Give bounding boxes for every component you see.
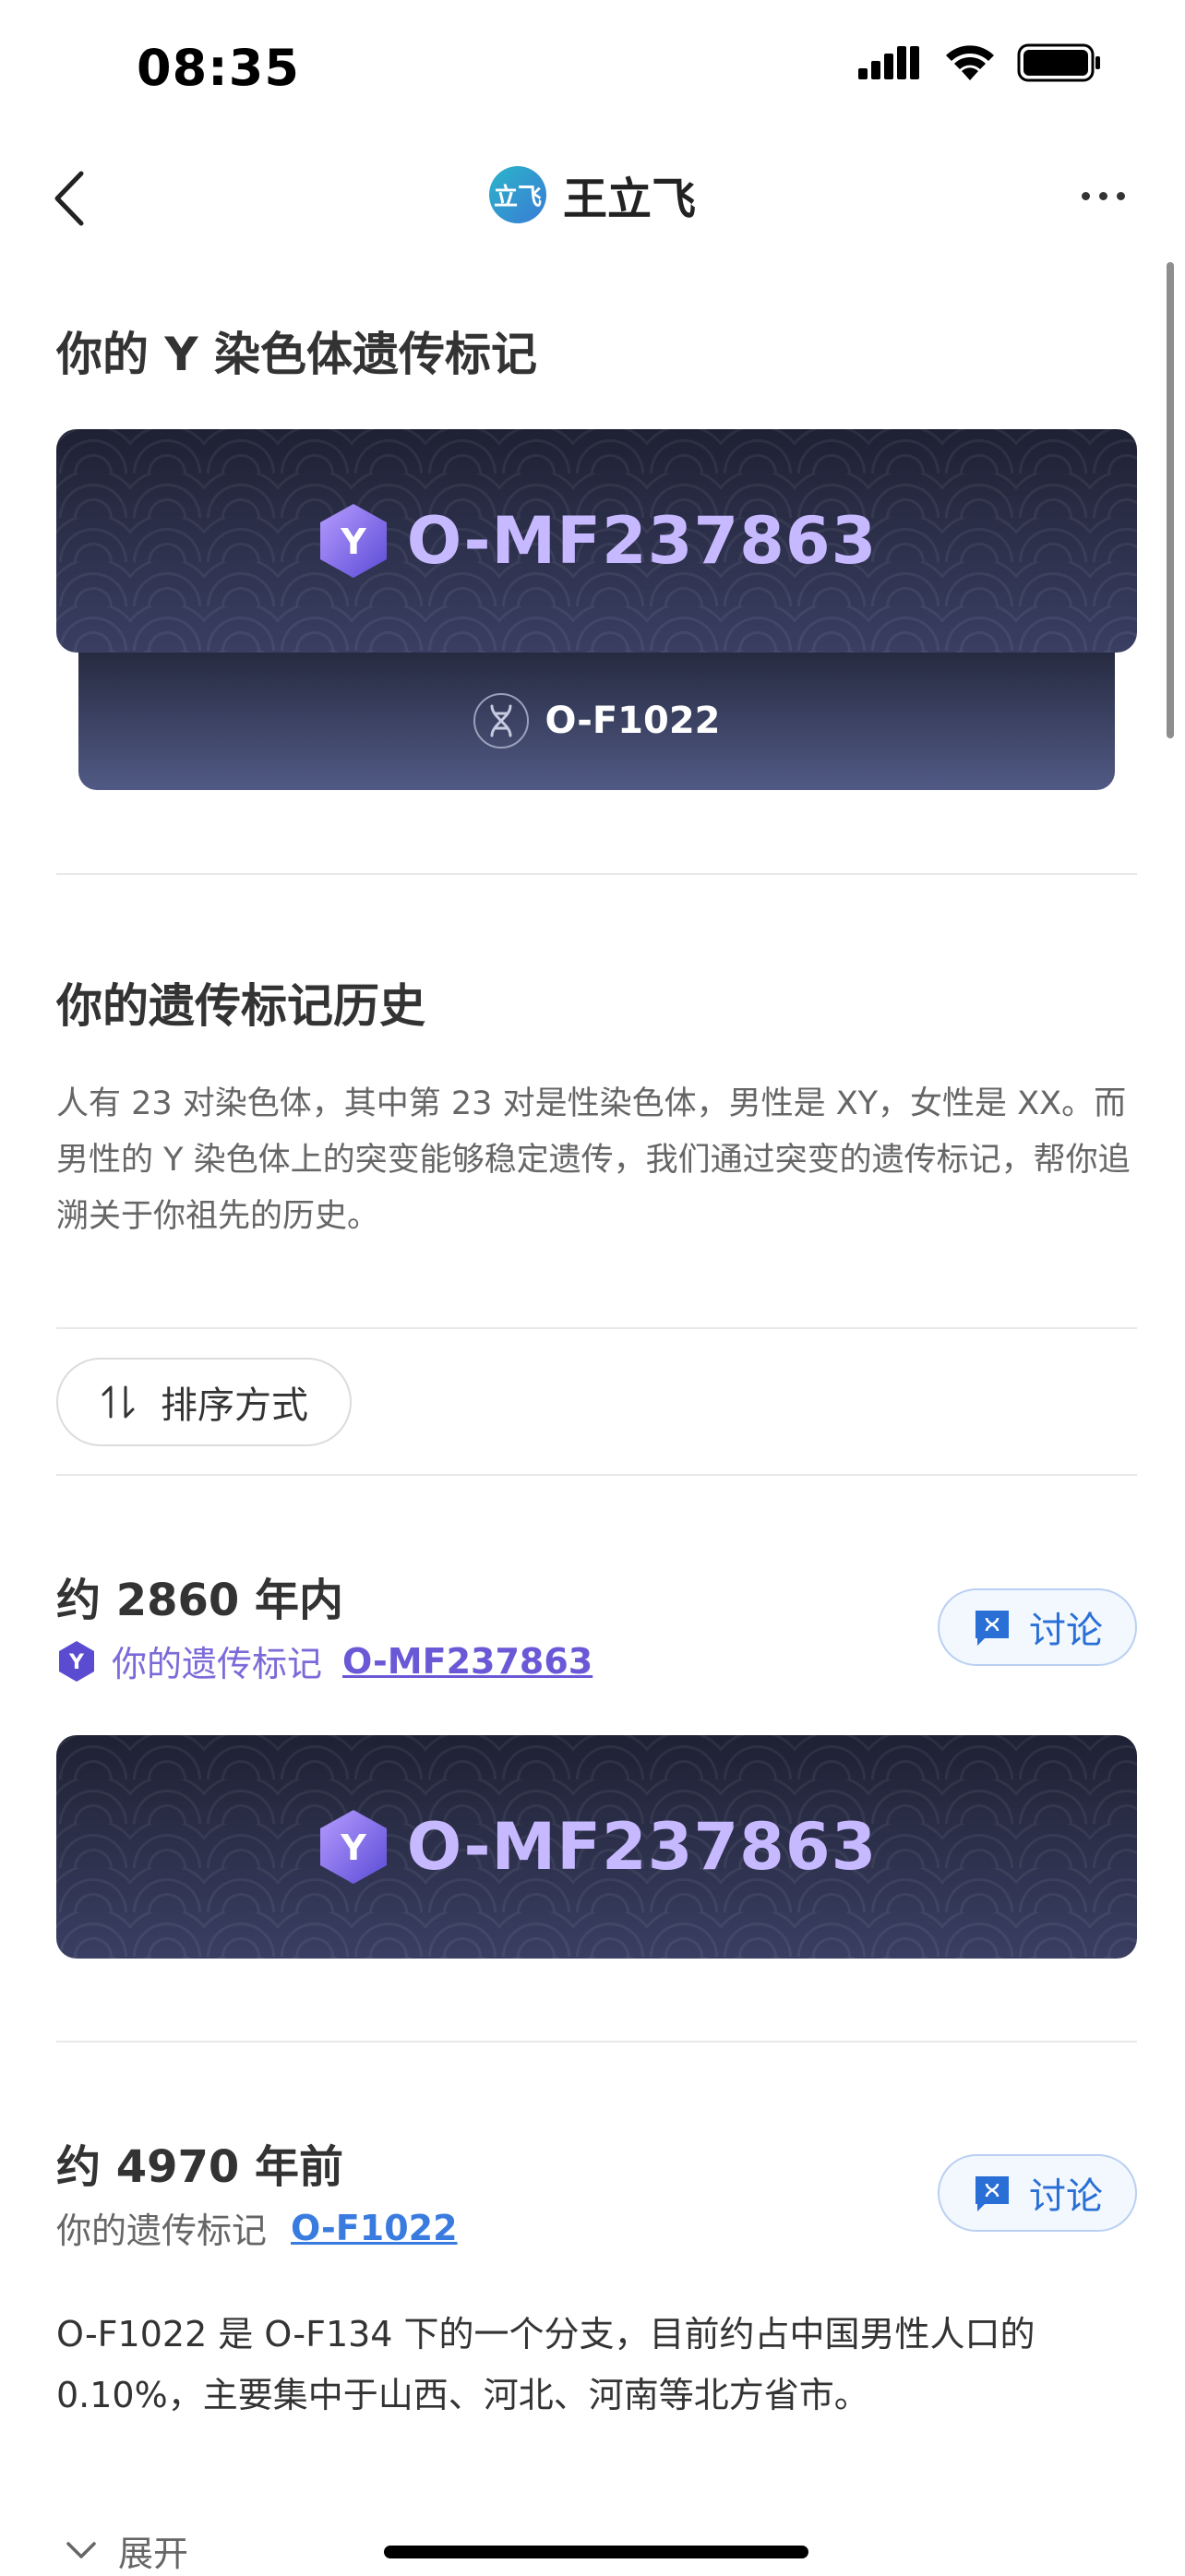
- y-hexagon-icon: Y: [319, 1810, 387, 1884]
- marker-row: Y 你的遗传标记 O-MF237863: [56, 1635, 592, 1686]
- status-icons: [858, 42, 1102, 83]
- marker-description: O-F1022 是 O-F134 下的一个分支，目前约占中国男性人口的 0.10…: [56, 2314, 1035, 2415]
- svg-text:Y: Y: [340, 1827, 366, 1868]
- divider: [56, 873, 1137, 875]
- more-dot-icon: [1117, 191, 1125, 200]
- history-description: 人有 23 对染色体，其中第 23 对是性染色体，男性是 XY，女性是 XX。而…: [56, 1085, 1131, 1235]
- status-time: 08:35: [137, 39, 300, 97]
- marker-banner-text: O-MF237863: [406, 1809, 878, 1885]
- home-indicator[interactable]: [384, 2546, 808, 2558]
- scrollbar[interactable]: [1167, 262, 1174, 738]
- more-dot-icon: [1099, 191, 1107, 200]
- parent-marker-text: O-F1022: [545, 700, 721, 742]
- marker-link[interactable]: O-F1022: [291, 2208, 458, 2248]
- dna-icon: [473, 693, 529, 749]
- discuss-icon: [976, 2176, 1009, 2211]
- divider: [56, 2041, 1137, 2043]
- sort-icon: [102, 1385, 135, 1419]
- y-marker-title: 你的 Y 染色体遗传标记: [56, 328, 538, 381]
- period-heading: 约 2860 年内: [56, 1575, 344, 1626]
- main-marker-text: O-MF237863: [406, 503, 878, 579]
- history-title: 你的遗传标记历史: [56, 979, 425, 1033]
- marker-label: 你的遗传标记: [56, 2211, 268, 2251]
- more-dot-icon: [1082, 191, 1090, 200]
- parent-marker-banner: O-F1022: [78, 652, 1115, 790]
- expand-button[interactable]: 展开: [65, 2525, 188, 2576]
- divider: [56, 1474, 1137, 1476]
- marker-row: 你的遗传标记 O-F1022: [56, 2202, 458, 2253]
- discuss-label: 讨论: [1029, 2175, 1103, 2218]
- nav-title[interactable]: 立飞 王立飞: [0, 162, 1185, 227]
- battery-icon: [1017, 43, 1100, 82]
- nav-username: 王立飞: [562, 174, 696, 225]
- expand-label: 展开: [118, 2534, 189, 2574]
- divider: [56, 1327, 1137, 1329]
- y-hexagon-icon: Y: [59, 1640, 94, 1682]
- marker-link[interactable]: O-MF237863: [342, 1641, 592, 1682]
- svg-text:Y: Y: [340, 521, 366, 562]
- marker-banner: Y O-MF237863: [56, 1735, 1137, 1959]
- svg-text:Y: Y: [68, 1651, 85, 1674]
- more-options-button[interactable]: [1082, 185, 1139, 207]
- discuss-label: 讨论: [1029, 1610, 1103, 1652]
- cellular-signal-icon: [858, 46, 919, 79]
- chevron-down-icon: [66, 2541, 96, 2558]
- discuss-button[interactable]: 讨论: [938, 2154, 1137, 2232]
- main-marker-banner: Y O-MF237863: [56, 429, 1137, 653]
- y-hexagon-icon: Y: [319, 504, 387, 578]
- discuss-button[interactable]: 讨论: [938, 1588, 1137, 1666]
- discuss-icon: [976, 1611, 1009, 1646]
- wifi-icon: [946, 45, 994, 80]
- sort-label: 排序方式: [161, 1384, 308, 1427]
- period-heading: 约 4970 年前: [56, 2141, 344, 2193]
- sort-button[interactable]: 排序方式: [56, 1358, 352, 1446]
- marker-label: 你的遗传标记: [112, 1644, 323, 1684]
- avatar: 立飞: [488, 166, 546, 223]
